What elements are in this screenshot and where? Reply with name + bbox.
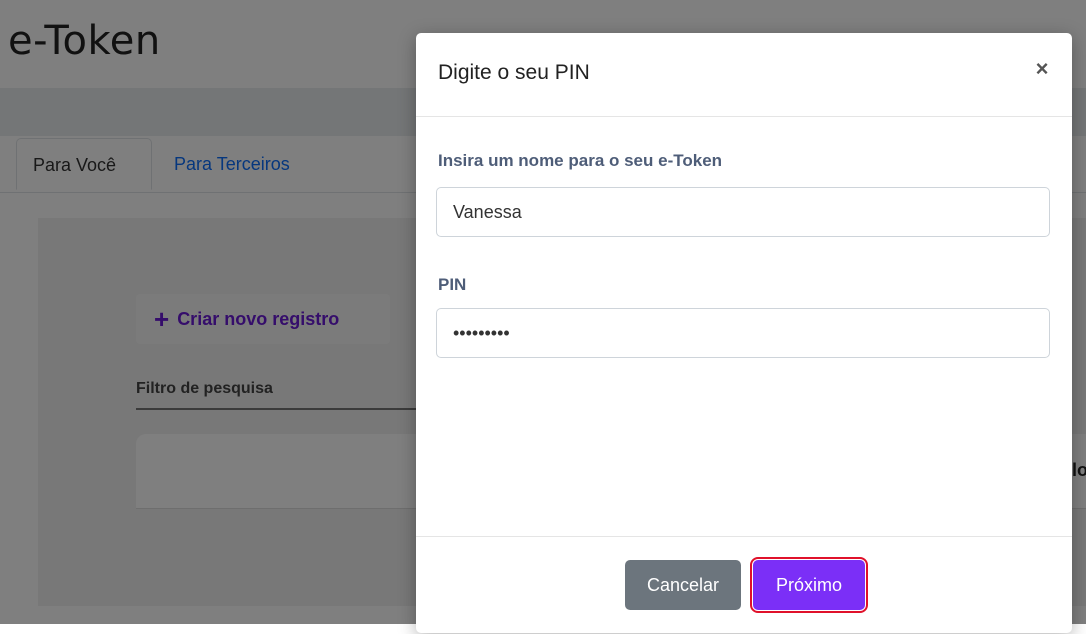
pin-modal: Digite o seu PIN × Insira um nome para o… [416, 33, 1072, 633]
pin-label: PIN [438, 275, 467, 294]
modal-header: Digite o seu PIN × [416, 33, 1072, 117]
modal-title: Digite o seu PIN [438, 61, 590, 84]
modal-footer: Cancelar Próximo [416, 536, 1072, 634]
pin-input[interactable] [436, 308, 1050, 358]
close-icon[interactable]: × [1030, 57, 1054, 81]
next-button[interactable]: Próximo [750, 557, 868, 613]
token-name-label: Insira um nome para o seu e-Token [438, 151, 723, 170]
cancel-button[interactable]: Cancelar [625, 560, 741, 610]
token-name-input[interactable] [436, 187, 1050, 237]
